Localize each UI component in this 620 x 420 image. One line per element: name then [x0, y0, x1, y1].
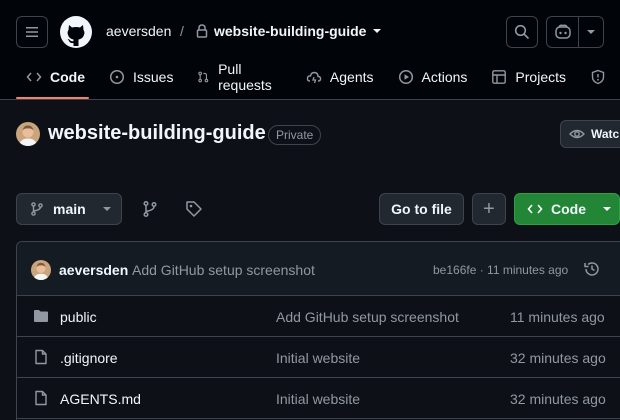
file-icon [35, 349, 47, 365]
search-button[interactable] [506, 16, 538, 48]
commit-meta[interactable]: be166fe · 11 minutes ago [433, 263, 568, 277]
code-icon [26, 72, 42, 82]
repo-title[interactable]: website-building-guide [48, 122, 266, 145]
watch-button-label: Watch [591, 127, 620, 141]
file-row[interactable]: public Add GitHub setup screenshot 11 mi… [17, 296, 620, 337]
add-file-button[interactable]: + [472, 193, 506, 225]
table-icon [492, 70, 507, 84]
top-bar: aeversden / website-building-guide Code … [0, 0, 620, 100]
file-name[interactable]: public [60, 309, 97, 325]
tab-pull-requests-label: Pull requests [218, 61, 272, 93]
watch-button[interactable]: Watch [560, 120, 620, 148]
code-button-icon [527, 204, 543, 214]
file-browser: aeversden Add GitHub setup screenshot be… [16, 241, 620, 420]
tab-agents[interactable]: Agents [296, 60, 384, 94]
file-row[interactable]: .gitignore Initial website 32 minutes ag… [17, 337, 620, 378]
eye-icon [569, 129, 585, 139]
file-time: 11 minutes ago [510, 309, 605, 325]
code-caret-icon [603, 207, 611, 211]
copilot-button[interactable] [546, 16, 604, 48]
tag-icon[interactable] [184, 199, 204, 219]
plus-icon: + [483, 198, 495, 220]
latest-commit-row: aeversden Add GitHub setup screenshot be… [17, 242, 620, 296]
shield-icon [591, 69, 605, 85]
repo-breadcrumb[interactable]: website-building-guide [196, 23, 382, 39]
pull-request-icon [198, 71, 209, 83]
repo-owner-avatar[interactable] [16, 122, 40, 146]
go-to-file-button[interactable]: Go to file [379, 193, 464, 225]
tab-code-label: Code [50, 69, 85, 85]
file-commit-message[interactable]: Add GitHub setup screenshot [276, 309, 459, 325]
tab-agents-label: Agents [329, 69, 374, 85]
branch-select-button[interactable]: main [16, 193, 122, 225]
commit-author[interactable]: aeversden [59, 262, 128, 278]
owner-link[interactable]: aeversden [106, 23, 171, 39]
tab-security[interactable] [580, 60, 616, 94]
branches-icon[interactable] [140, 199, 160, 219]
caret-down-icon [373, 29, 382, 33]
repo-breadcrumb-label: website-building-guide [214, 23, 367, 39]
breadcrumb-separator: / [180, 23, 184, 39]
hamburger-icon [26, 27, 38, 37]
file-time: 32 minutes ago [510, 350, 606, 366]
file-name[interactable]: AGENTS.md [60, 391, 141, 407]
tab-issues[interactable]: Issues [99, 60, 183, 94]
file-icon [35, 390, 47, 406]
agents-icon [306, 71, 322, 84]
issue-icon [109, 69, 125, 85]
copilot-caret-icon [587, 30, 595, 34]
file-commit-message[interactable]: Initial website [276, 350, 360, 366]
commit-message[interactable]: Add GitHub setup screenshot [132, 262, 315, 278]
code-button-label: Code [551, 201, 586, 217]
play-icon [398, 69, 413, 85]
tab-actions[interactable]: Actions [388, 60, 478, 94]
visibility-badge: Private [268, 125, 322, 145]
copilot-icon [554, 24, 571, 39]
branch-caret-icon [102, 207, 111, 211]
code-button[interactable]: Code [514, 193, 620, 225]
file-row[interactable]: AGENTS.md Initial website 32 minutes ago [17, 378, 620, 419]
github-logo-icon[interactable] [60, 16, 92, 48]
tab-issues-label: Issues [133, 69, 174, 85]
file-name[interactable]: .gitignore [60, 350, 118, 366]
tab-code[interactable]: Code [16, 60, 95, 94]
branch-name: main [53, 201, 86, 217]
tab-pull-requests[interactable]: Pull requests [187, 60, 291, 94]
file-commit-message[interactable]: Initial website [276, 391, 360, 407]
commit-author-avatar[interactable] [31, 260, 51, 280]
history-icon[interactable] [583, 260, 601, 278]
tab-projects[interactable]: Projects [481, 60, 576, 94]
tab-actions-label: Actions [421, 69, 468, 85]
menu-button[interactable] [16, 16, 48, 48]
file-time: 32 minutes ago [510, 391, 606, 407]
lock-icon [196, 24, 208, 38]
tab-projects-label: Projects [515, 69, 566, 85]
repo-tabs: Code Issues Pull requests Agents Actions… [16, 60, 620, 100]
folder-icon [34, 310, 48, 322]
git-branch-icon [31, 202, 43, 216]
search-icon [514, 24, 530, 40]
active-tab-underline [16, 97, 89, 99]
